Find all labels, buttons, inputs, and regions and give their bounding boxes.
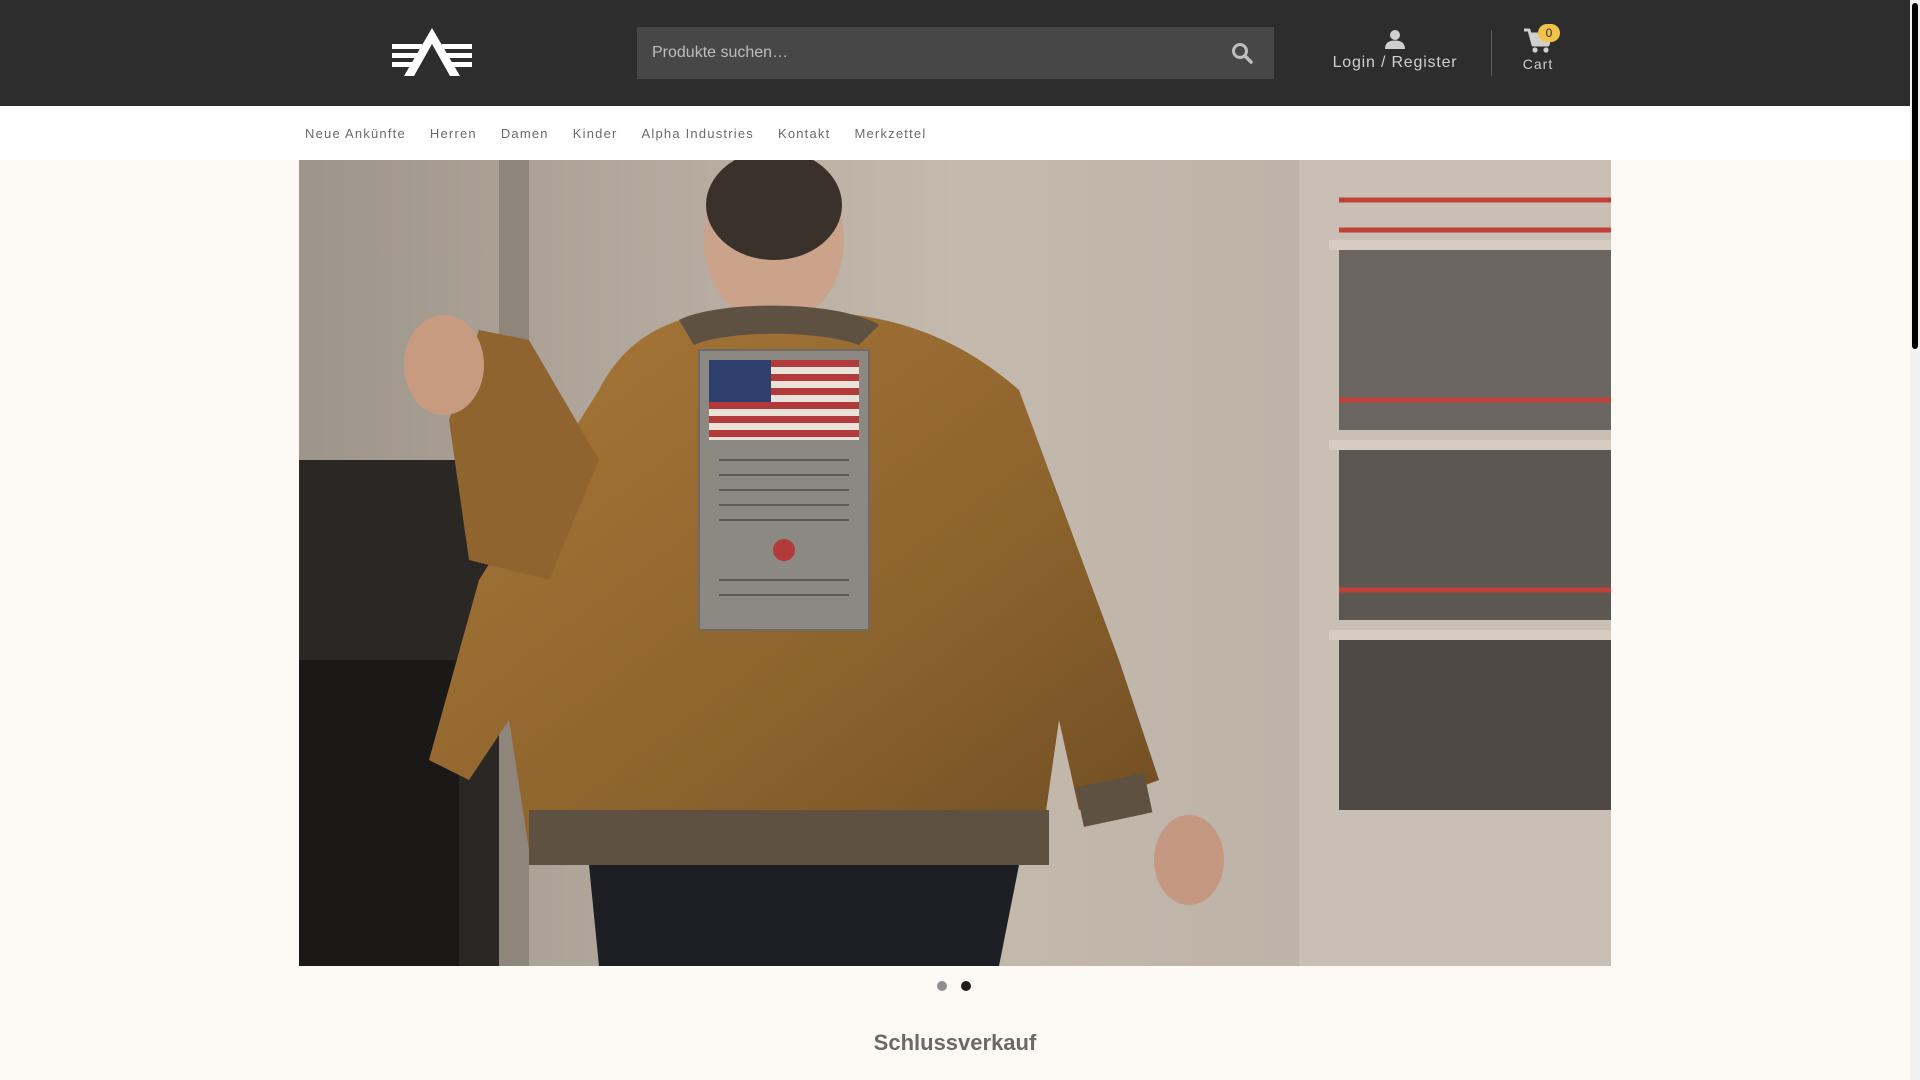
nav-list: Neue Ankünfte Herren Damen Kinder Alpha … [305, 106, 950, 160]
login-register-label: Login / Register [1332, 54, 1458, 71]
nav-item-neue-ankuenfte[interactable]: Neue Ankünfte [305, 126, 406, 141]
slider-pagination [937, 981, 971, 991]
nav-item-alpha-industries[interactable]: Alpha Industries [642, 126, 754, 141]
search-button[interactable] [1209, 27, 1274, 79]
main-navigation: Neue Ankünfte Herren Damen Kinder Alpha … [0, 106, 1910, 160]
page-scrollbar[interactable] [1910, 0, 1920, 1080]
section-title: Schlussverkauf [873, 1030, 1037, 1055]
hero-photo [299, 160, 1611, 966]
cart-link[interactable]: 0 Cart [1508, 24, 1568, 80]
slider-dot-1[interactable] [937, 981, 947, 991]
nav-item-merkzettel[interactable]: Merkzettel [854, 126, 926, 141]
scrollbar-thumb[interactable] [1912, 3, 1918, 349]
nav-item-herren[interactable]: Herren [430, 126, 477, 141]
header-bar: Login / Register 0 Cart [0, 0, 1910, 106]
page: Login / Register 0 Cart Neue Ankünfte He… [0, 0, 1920, 1080]
nav-item-kinder[interactable]: Kinder [573, 126, 618, 141]
search-box [637, 27, 1274, 79]
search-icon [1231, 43, 1253, 64]
slider-dot-2[interactable] [961, 981, 971, 991]
hero-slider-image[interactable] [299, 160, 1611, 966]
search-input[interactable] [637, 27, 1197, 79]
cart-label: Cart [1522, 56, 1554, 72]
alpha-industries-logo[interactable] [392, 26, 472, 78]
cart-count-badge: 0 [1538, 24, 1560, 42]
header-divider [1491, 30, 1492, 76]
nav-item-kontakt[interactable]: Kontakt [778, 126, 831, 141]
user-icon [1385, 30, 1405, 49]
login-register-link[interactable]: Login / Register [1320, 28, 1470, 78]
nav-item-damen[interactable]: Damen [501, 126, 549, 141]
